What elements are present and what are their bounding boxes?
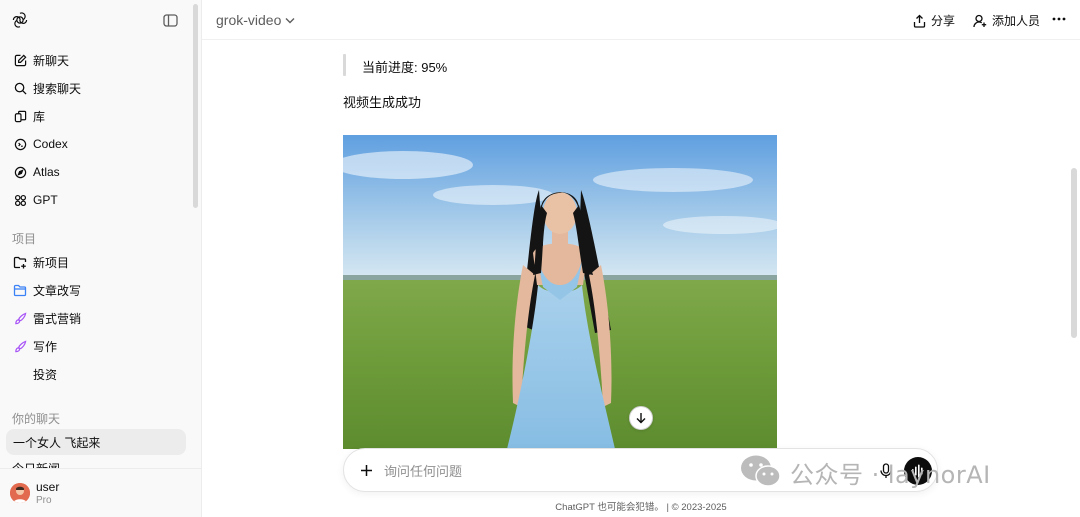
message-input[interactable] <box>384 461 714 481</box>
sidebar-item-library[interactable]: 库 <box>6 103 186 129</box>
sidebar-item-new-project[interactable]: 新项目 <box>6 249 186 275</box>
avatar <box>10 483 30 503</box>
quote-bar <box>343 54 346 76</box>
sidebar-item-label: 新聊天 <box>33 53 70 68</box>
sidebar-item-label: GPT <box>33 193 58 207</box>
user-profile[interactable]: user Pro <box>0 468 201 517</box>
sidebar-item-label: 投资 <box>33 367 58 382</box>
sidebar: 新聊天 搜索聊天 库 Codex Atlas GPT 项目 新项目 文章改写 雷… <box>0 0 202 517</box>
share-button[interactable]: 分享 <box>913 12 955 29</box>
brush-icon <box>13 311 27 325</box>
library-icon <box>13 109 27 123</box>
top-header: grok-video 分享 添加人员 <box>202 0 1080 40</box>
sidebar-item-gpt[interactable]: GPT <box>6 187 186 213</box>
sidebar-item-project-writing[interactable]: 写作 <box>6 333 186 359</box>
sidebar-item-label: 搜索聊天 <box>33 81 82 96</box>
footer-disclaimer: ChatGPT 也可能会犯错。 | © 2023-2025 <box>555 502 727 513</box>
wechat-icon <box>740 453 782 492</box>
sidebar-toggle-icon[interactable] <box>160 11 180 29</box>
sidebar-item-project-rewrite[interactable]: 文章改写 <box>6 277 186 303</box>
folder-icon <box>13 283 27 297</box>
projects-section-label: 项目 <box>12 232 37 246</box>
plus-icon[interactable] <box>358 462 374 478</box>
edit-icon <box>13 53 27 67</box>
status-text: 视频生成成功 <box>343 95 422 110</box>
sidebar-item-new-chat[interactable]: 新聊天 <box>6 47 186 73</box>
share-label: 分享 <box>931 14 956 28</box>
sidebar-item-label: 雷式营销 <box>33 311 82 326</box>
chat-item-label: 一个女人 飞起来 <box>13 435 101 450</box>
compass-icon <box>13 165 27 179</box>
add-person-icon <box>973 14 987 28</box>
download-button[interactable] <box>629 406 653 430</box>
sidebar-item-search-chats[interactable]: 搜索聊天 <box>6 75 186 101</box>
sidebar-item-label: 库 <box>33 109 46 124</box>
sidebar-item-label: Atlas <box>33 165 60 179</box>
sidebar-item-label: 新项目 <box>33 255 70 270</box>
add-people-label: 添加人员 <box>992 14 1041 28</box>
search-icon <box>13 81 27 95</box>
model-selector[interactable]: grok-video <box>216 12 295 28</box>
brush-icon <box>13 339 27 353</box>
main-scrollbar[interactable] <box>1071 168 1077 338</box>
watermark-text: 公众号 · laynorAI <box>790 460 991 489</box>
openai-logo-icon[interactable] <box>10 10 30 30</box>
more-options-icon[interactable] <box>1052 12 1066 26</box>
sidebar-scrollbar[interactable] <box>193 4 198 208</box>
add-people-button[interactable]: 添加人员 <box>973 12 1040 29</box>
sidebar-item-project-marketing[interactable]: 雷式营销 <box>6 305 186 331</box>
sidebar-item-label: 写作 <box>33 339 58 354</box>
chevron-down-icon <box>285 17 295 24</box>
model-name: grok-video <box>216 12 282 28</box>
sidebar-item-label: Codex <box>33 137 68 151</box>
codex-icon <box>13 137 27 151</box>
share-icon <box>913 14 926 28</box>
sidebar-item-codex[interactable]: Codex <box>6 131 186 157</box>
grid-icon <box>13 193 27 207</box>
sidebar-item-project-investing[interactable]: 投资 <box>6 361 186 387</box>
user-name: user <box>36 480 60 494</box>
chat-item-active[interactable]: 一个女人 飞起来 <box>6 429 186 455</box>
watermark: 公众号 · laynorAI <box>740 452 991 492</box>
sidebar-item-label: 文章改写 <box>33 283 82 298</box>
sidebar-item-atlas[interactable]: Atlas <box>6 159 186 185</box>
generated-video[interactable] <box>343 135 777 449</box>
user-plan: Pro <box>36 495 52 506</box>
chats-section-label: 你的聊天 <box>12 412 61 426</box>
progress-text: 当前进度: 95% <box>362 60 448 75</box>
sidebar-top-bar <box>0 8 202 32</box>
folder-plus-icon <box>13 255 27 269</box>
blank-icon <box>13 367 27 381</box>
